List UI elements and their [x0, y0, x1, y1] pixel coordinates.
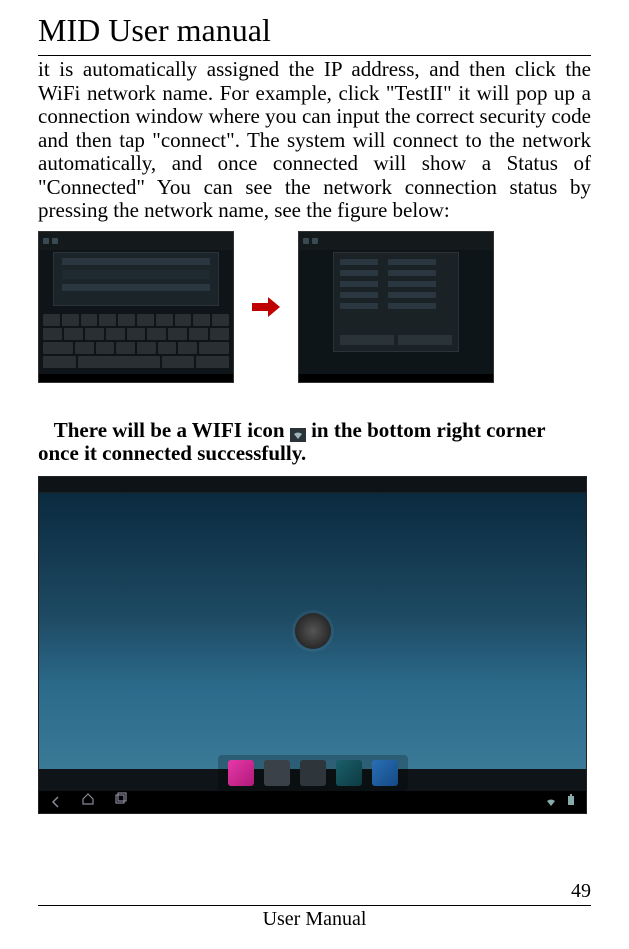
page-number: 49: [38, 880, 591, 903]
dock-app-icon: [264, 760, 290, 786]
apps-button-icon: [295, 613, 331, 649]
nav-home-icon: [81, 792, 95, 811]
dock: [218, 755, 408, 791]
screenshot-homescreen: [38, 476, 587, 814]
page-title: MID User manual: [38, 12, 591, 49]
bold-paragraph: There will be a WIFI icon in the bottom …: [38, 419, 591, 466]
footer-rule: [38, 905, 591, 906]
footer-label: User Manual: [38, 908, 591, 931]
nav-recent-icon: [113, 792, 127, 811]
footer: 49 User Manual: [38, 880, 591, 931]
battery-icon: [566, 793, 576, 811]
wifi-status-icon: [544, 796, 558, 808]
screenshot-wifi-status: [298, 231, 494, 383]
bold-text-before: There will be a WIFI icon: [54, 418, 290, 442]
nav-back-icon: [49, 795, 63, 809]
dock-app-icon: [336, 760, 362, 786]
nav-bar: [39, 791, 586, 813]
dock-app-icon: [300, 760, 326, 786]
screenshot-wifi-password: [38, 231, 234, 383]
figure-row: [38, 231, 591, 383]
dock-app-icon: [372, 760, 398, 786]
dock-app-icon: [228, 760, 254, 786]
wifi-icon: [290, 424, 306, 438]
title-rule: [38, 55, 591, 56]
arrow-right-icon: [252, 295, 280, 319]
body-paragraph: it is automatically assigned the IP addr…: [38, 58, 591, 223]
